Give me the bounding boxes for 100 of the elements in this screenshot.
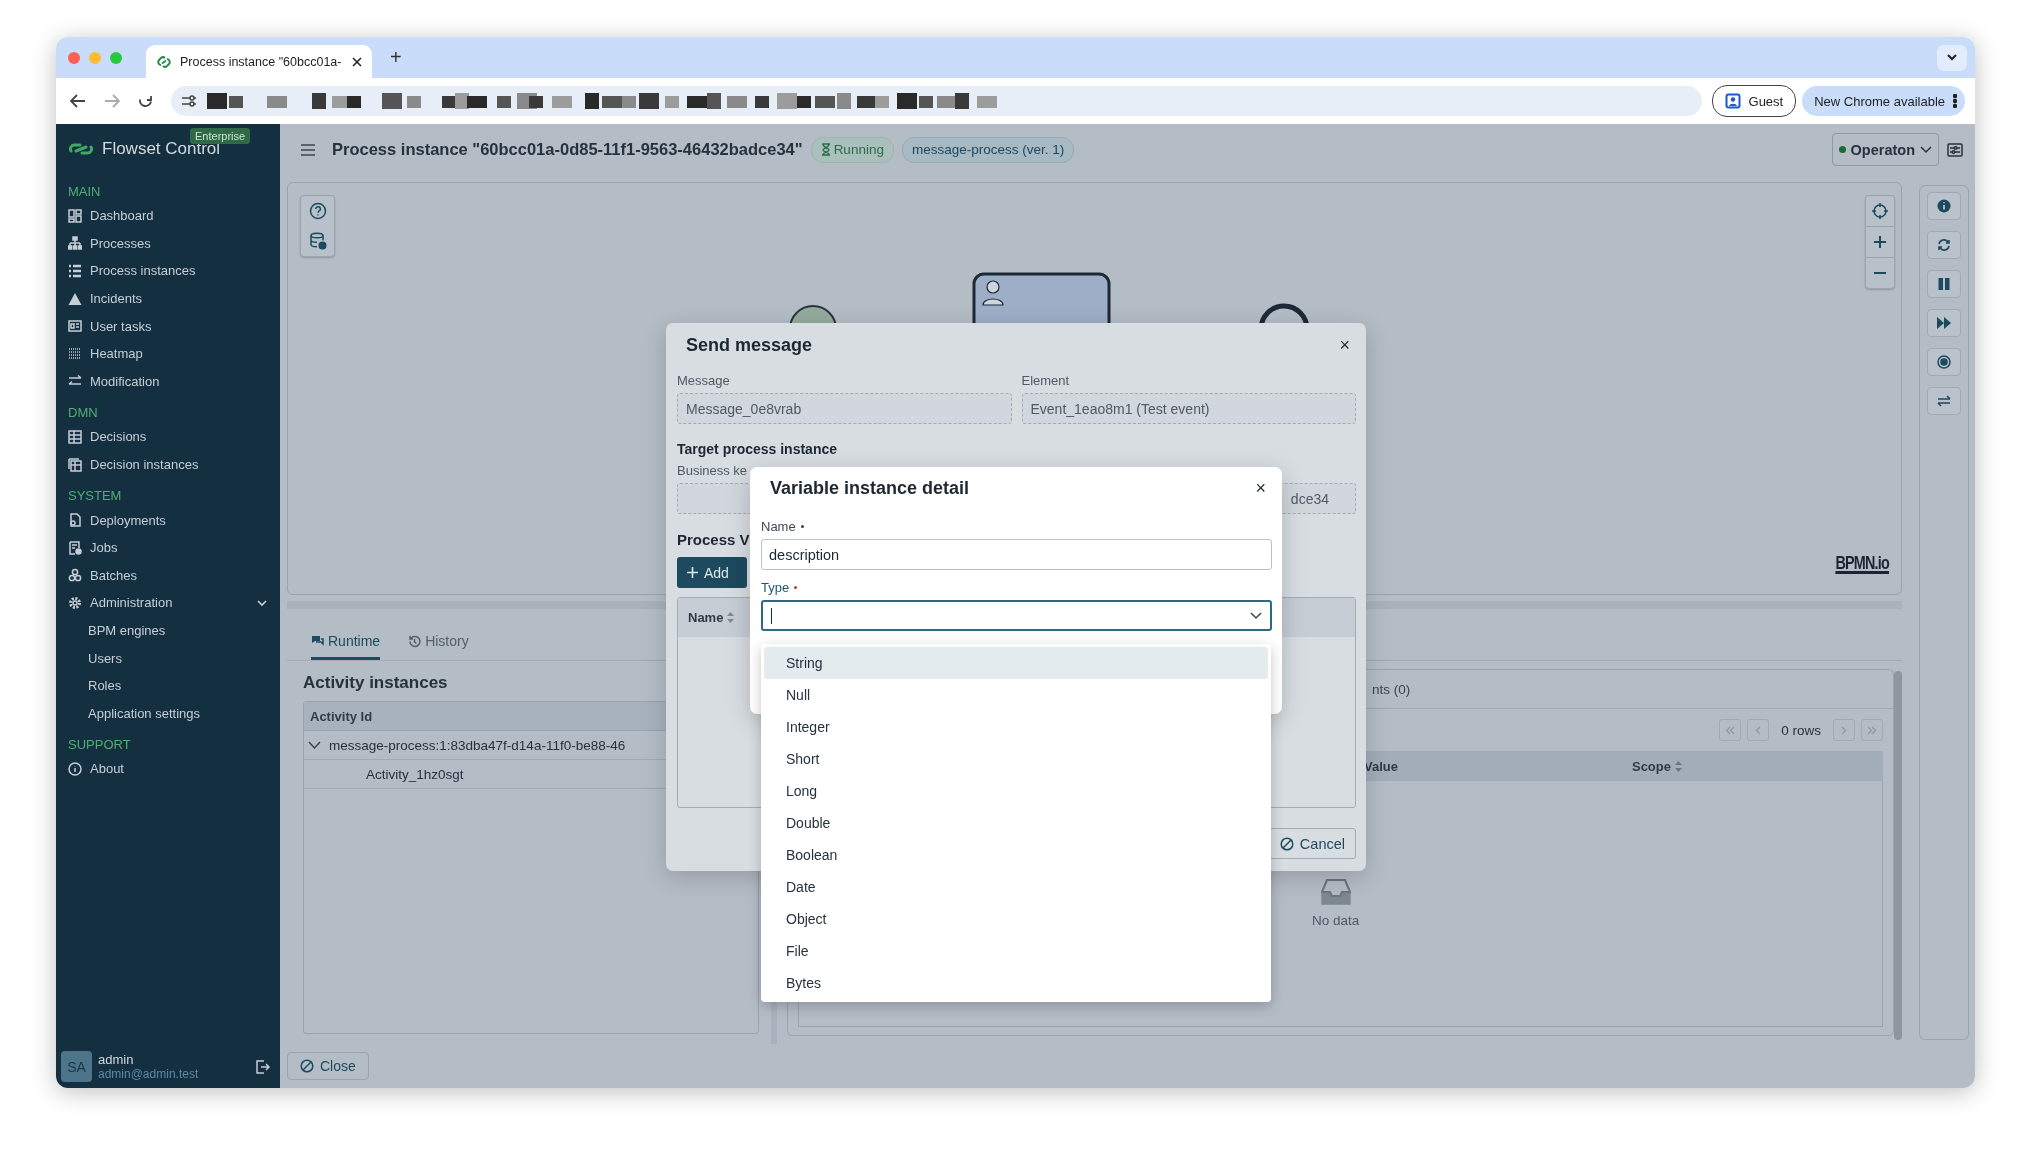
table-icon <box>68 429 82 444</box>
column-header: Activity Id <box>310 708 373 724</box>
crosshair-icon <box>1872 203 1888 219</box>
inbox-icon <box>1320 879 1351 905</box>
close-button[interactable]: Close <box>287 1052 369 1080</box>
hierarchy-icon <box>68 236 82 251</box>
page-title: Process instance "60bcc01a-0d85-11f1-9563-46432badce34" <box>332 140 803 159</box>
user-email: admin@admin.test <box>98 1067 199 1081</box>
ban-icon <box>1279 836 1294 851</box>
scrollbar[interactable] <box>1894 671 1902 1040</box>
sidebar-item[interactable]: Roles <box>56 671 280 700</box>
sidebar-item[interactable]: BPM engines <box>56 616 280 645</box>
sidebar-item[interactable]: Batches <box>56 561 280 590</box>
info-icon <box>1937 199 1951 213</box>
tab-list-button[interactable] <box>1937 44 1967 71</box>
swap-button[interactable] <box>1927 387 1961 415</box>
sidebar-item[interactable]: Application settings <box>56 699 280 728</box>
dialog-title: Variable instance detail <box>770 477 970 499</box>
dropdown-option[interactable]: Bytes <box>764 967 1268 999</box>
sidebar-item[interactable]: About <box>56 755 280 783</box>
column-header[interactable]: Value <box>1364 758 1398 774</box>
add-button[interactable]: Add <box>677 557 747 588</box>
dropdown-option[interactable]: Long <box>764 775 1268 807</box>
dropdown-option[interactable]: File <box>764 935 1268 967</box>
sidebar-item[interactable]: Processes <box>56 229 280 258</box>
sidebar-item[interactable]: Users <box>56 644 280 672</box>
guest-profile-button[interactable]: Guest <box>1711 85 1797 117</box>
field-label: Message <box>677 373 731 388</box>
close-button[interactable]: × <box>1335 334 1354 356</box>
more-vertical-icon <box>1953 94 1957 108</box>
plus-icon <box>1873 235 1887 249</box>
sidebar-item[interactable]: Administration <box>56 589 280 617</box>
name-field[interactable]: description <box>761 539 1272 570</box>
readonly-field: Event_1eao8m1 (Test event) <box>1021 393 1356 424</box>
help-icon[interactable] <box>308 202 327 220</box>
tab-title: Process instance "60bcc01a- <box>180 54 343 69</box>
sidebar-item[interactable]: Modification <box>56 367 280 396</box>
sidebar-item[interactable]: Process instances <box>56 257 280 285</box>
document-icon <box>68 513 82 528</box>
dropdown-option[interactable]: Object <box>764 903 1268 935</box>
process-badge: message-process (ver. 1) <box>901 136 1075 163</box>
id-card-icon <box>68 319 82 334</box>
sliders-icon[interactable] <box>1947 142 1963 157</box>
dropdown-option[interactable]: String <box>764 647 1268 679</box>
info-icon <box>68 761 82 776</box>
dropdown-option[interactable]: Boolean <box>764 839 1268 871</box>
tree-item[interactable]: message-process:1:83dba47f-d14a-11f0-be88-46 <box>329 737 626 753</box>
fast-forward-button[interactable] <box>1927 309 1961 337</box>
section-heading: Activity instances <box>303 673 449 693</box>
close-button[interactable]: × <box>1251 477 1270 499</box>
refresh-icon <box>1937 238 1951 252</box>
close-icon[interactable] <box>352 56 362 67</box>
sidebar-item[interactable]: Decisions <box>56 423 280 451</box>
pause-button[interactable] <box>1927 270 1961 298</box>
link-icon <box>156 53 172 70</box>
back-arrow-icon[interactable] <box>70 94 86 108</box>
panel-tab[interactable]: nts (0) <box>1372 681 1411 697</box>
new-tab-button[interactable]: + <box>390 46 402 69</box>
browser-tab[interactable]: Process instance "60bcc01a- <box>146 45 372 78</box>
section-heading: DMN <box>67 404 99 423</box>
double-chevron-left-icon <box>1725 725 1736 735</box>
grid-icon <box>68 346 82 361</box>
person-icon <box>1724 93 1741 109</box>
bpmn-attribution[interactable]: BPMN.io <box>1835 553 1889 574</box>
refresh-button[interactable] <box>1927 231 1961 259</box>
sidebar-item[interactable]: Jobs <box>56 533 280 562</box>
record-icon <box>1937 355 1951 369</box>
dropdown-option[interactable]: Short <box>764 743 1268 775</box>
sidebar-item[interactable]: User tasks <box>56 312 280 340</box>
chevron-left-icon <box>1755 725 1762 735</box>
status-badge: Running <box>810 136 894 163</box>
tree-item[interactable]: Activity_1hz0sgt <box>366 766 464 782</box>
chain-link-icon <box>68 141 94 157</box>
type-select[interactable] <box>761 600 1272 631</box>
sidebar-item[interactable]: Dashboard <box>56 202 280 230</box>
sidebar-item[interactable]: Deployments <box>56 506 280 534</box>
sidebar-item[interactable]: Incidents <box>56 284 280 313</box>
readonly-field: Message_0e8vrab <box>677 393 1012 424</box>
menu-icon[interactable] <box>300 143 316 156</box>
chevron-right-icon <box>1841 725 1847 735</box>
dropdown-option[interactable]: Double <box>764 807 1268 839</box>
address-bar[interactable] <box>171 86 1702 116</box>
info-button[interactable] <box>1927 192 1961 220</box>
user-avatar: SA <box>61 1051 92 1082</box>
sidebar-item[interactable]: Decision instances <box>56 450 280 479</box>
record-button[interactable] <box>1927 348 1961 376</box>
chevron-down-icon[interactable] <box>308 740 321 750</box>
dropdown-option[interactable]: Date <box>764 871 1268 903</box>
column-header[interactable]: Name <box>688 610 724 625</box>
engine-select[interactable]: Operaton <box>1831 133 1939 166</box>
sidebar-item[interactable]: Heatmap <box>56 339 280 368</box>
dropdown-option[interactable]: Integer <box>764 711 1268 743</box>
fast-forward-icon <box>1937 317 1951 329</box>
update-chrome-button[interactable]: New Chrome available <box>1802 86 1965 116</box>
logout-icon[interactable] <box>256 1059 270 1074</box>
dropdown-option[interactable]: Null <box>764 679 1268 711</box>
database-icon[interactable] <box>308 232 327 250</box>
panel-tab[interactable]: Runtime <box>311 627 381 660</box>
column-header[interactable]: Scope <box>1631 758 1671 774</box>
gear-icon <box>68 595 82 610</box>
